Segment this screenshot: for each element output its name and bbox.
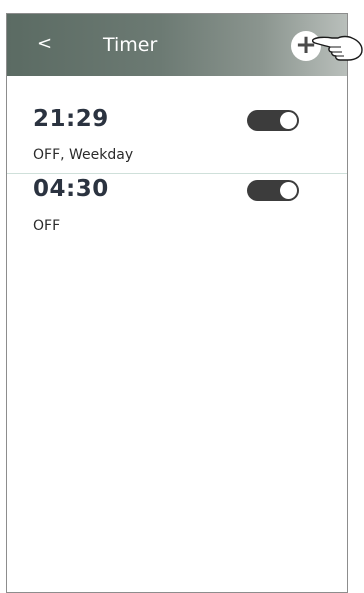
timer-detail: OFF <box>33 218 61 234</box>
timer-toggle[interactable] <box>247 180 299 201</box>
toggle-knob <box>280 112 297 129</box>
back-button[interactable]: < <box>37 34 52 54</box>
timer-detail: OFF, Weekday <box>33 147 134 163</box>
timer-time: 04:30 <box>33 176 109 202</box>
timer-screen: < Timer + 21:29 OFF, Weekday 04:30 OFF <box>6 13 348 593</box>
header-bar: < Timer + <box>7 14 347 76</box>
pointing-hand-icon <box>312 35 363 61</box>
timer-item[interactable]: 21:29 OFF, Weekday <box>7 92 347 172</box>
timer-time: 21:29 <box>33 106 109 132</box>
timer-toggle[interactable] <box>247 110 299 131</box>
page-title: Timer <box>103 34 158 56</box>
timer-item[interactable]: 04:30 OFF <box>7 174 347 254</box>
toggle-knob <box>280 182 297 199</box>
